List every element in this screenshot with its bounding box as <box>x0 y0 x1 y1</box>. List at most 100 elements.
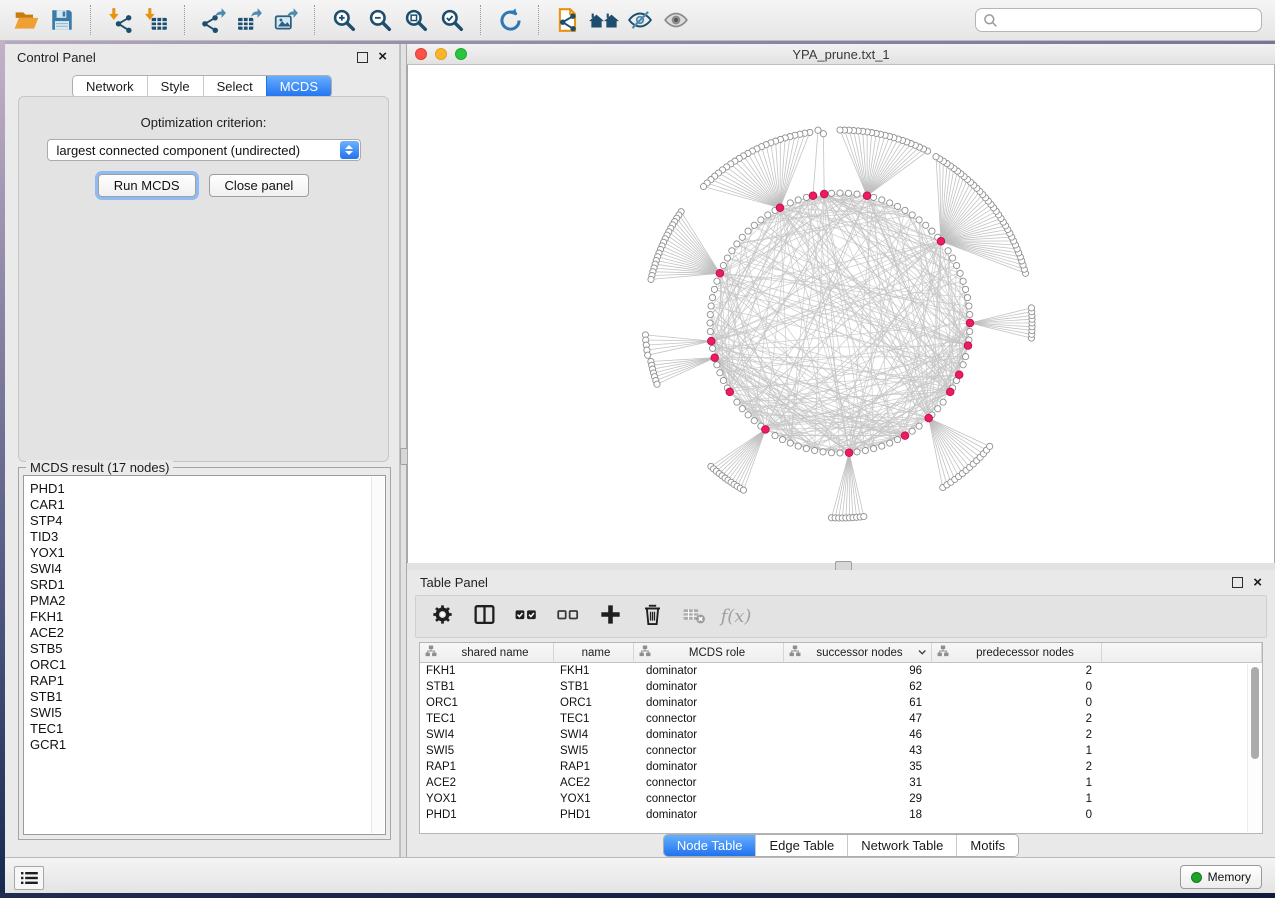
table-cell <box>1102 727 1262 743</box>
close-panel-button[interactable]: Close panel <box>209 174 310 197</box>
delete-column-button[interactable] <box>638 603 666 631</box>
close-panel-icon[interactable]: × <box>378 52 387 62</box>
tab-mcds[interactable]: MCDS <box>266 76 331 97</box>
tab-style[interactable]: Style <box>147 76 203 97</box>
zoom-selected-button[interactable] <box>434 4 470 36</box>
mcds-result-item[interactable]: SWI5 <box>30 705 385 721</box>
table-scrollbar-thumb[interactable] <box>1251 667 1259 759</box>
memory-button[interactable]: Memory <box>1180 865 1262 889</box>
import-network-icon <box>107 7 133 33</box>
zoom-fit-icon <box>403 7 429 33</box>
table-row[interactable]: PHD1PHD1dominator180 <box>420 807 1262 823</box>
optimization-criterion-select[interactable]: largest connected component (undirected) <box>47 139 361 161</box>
toolbar-separator <box>90 5 92 35</box>
column-header-shared-name[interactable]: shared name <box>420 643 554 663</box>
table-cell: 43 <box>784 743 932 759</box>
tab-edge-table[interactable]: Edge Table <box>755 835 847 856</box>
tab-node-table[interactable]: Node Table <box>664 835 756 856</box>
table-cell: PHD1 <box>420 807 554 823</box>
float-table-panel-icon[interactable] <box>1232 577 1243 588</box>
tab-select[interactable]: Select <box>203 76 266 97</box>
mcds-panel: Optimization criterion: largest connecte… <box>18 96 389 462</box>
network-canvas[interactable] <box>407 65 1275 563</box>
add-column-button[interactable] <box>596 603 624 631</box>
mcds-result-item[interactable]: STP4 <box>30 513 385 529</box>
search-input[interactable] <box>1003 12 1254 28</box>
tab-network-table[interactable]: Network Table <box>847 835 956 856</box>
mcds-result-item[interactable]: SWI4 <box>30 561 385 577</box>
table-row[interactable]: ACE2ACE2connector311 <box>420 775 1262 791</box>
table-row[interactable]: RAP1RAP1dominator352 <box>420 759 1262 775</box>
export-network-icon <box>201 7 227 33</box>
import-table-button[interactable] <box>138 4 174 36</box>
table-cell: 61 <box>784 695 932 711</box>
open-file-button[interactable] <box>8 4 44 36</box>
mcds-result-item[interactable]: STB5 <box>30 641 385 657</box>
close-table-panel-icon[interactable]: × <box>1253 578 1262 588</box>
table-cell: TEC1 <box>554 711 634 727</box>
mcds-result-item[interactable]: ORC1 <box>30 657 385 673</box>
mcds-result-item[interactable]: RAP1 <box>30 673 385 689</box>
select-all-checkboxes-button[interactable] <box>512 603 540 631</box>
mcds-result-item[interactable]: GCR1 <box>30 737 385 753</box>
mcds-result-item[interactable]: YOX1 <box>30 545 385 561</box>
table-row[interactable]: SWI5SWI5connector431 <box>420 743 1262 759</box>
mcds-result-item[interactable]: PMA2 <box>30 593 385 609</box>
table-row[interactable]: SWI4SWI4dominator462 <box>420 727 1262 743</box>
export-image-button[interactable] <box>268 4 304 36</box>
refresh-layout-button[interactable] <box>492 4 528 36</box>
zoom-fit-button[interactable] <box>398 4 434 36</box>
mcds-result-item[interactable]: TEC1 <box>30 721 385 737</box>
mcds-result-item[interactable]: TID3 <box>30 529 385 545</box>
zoom-selected-icon <box>439 7 465 33</box>
memory-label: Memory <box>1208 870 1251 884</box>
mcds-result-item[interactable]: ACE2 <box>30 625 385 641</box>
zoom-out-button[interactable] <box>362 4 398 36</box>
search-box[interactable] <box>975 8 1262 32</box>
mcds-result-item[interactable]: CAR1 <box>30 497 385 513</box>
eye-slash-button[interactable] <box>622 4 658 36</box>
table-cell: 0 <box>932 807 1102 823</box>
table-row[interactable]: TEC1TEC1connector472 <box>420 711 1262 727</box>
horizontal-splitter[interactable] <box>407 563 1275 570</box>
table-cell: ORC1 <box>420 695 554 711</box>
float-panel-icon[interactable] <box>357 52 368 63</box>
export-network-button[interactable] <box>196 4 232 36</box>
mcds-result-item[interactable]: PHD1 <box>30 481 385 497</box>
table-cell: 0 <box>932 679 1102 695</box>
column-header-mcds-role[interactable]: MCDS role <box>634 643 784 663</box>
list-scrollbar[interactable] <box>371 477 384 833</box>
network-graph[interactable] <box>408 65 1274 563</box>
desktop: Control Panel × NetworkStyleSelectMCDS O… <box>0 0 1275 898</box>
tab-network[interactable]: Network <box>73 76 147 97</box>
table-row[interactable]: ORC1ORC1dominator610 <box>420 695 1262 711</box>
double-home-button[interactable] <box>586 4 622 36</box>
vertical-splitter[interactable] <box>400 44 407 857</box>
zoom-in-button[interactable] <box>326 4 362 36</box>
export-table-button[interactable] <box>232 4 268 36</box>
network-from-document-button[interactable] <box>550 4 586 36</box>
table-row[interactable]: YOX1YOX1connector291 <box>420 791 1262 807</box>
mcds-result-item[interactable]: STB1 <box>30 689 385 705</box>
table-row[interactable]: FKH1FKH1dominator962 <box>420 663 1262 679</box>
tab-motifs[interactable]: Motifs <box>956 835 1018 856</box>
function-builder-button: f(x) <box>722 603 750 631</box>
column-selector-button[interactable] <box>470 603 498 631</box>
open-file-icon <box>13 7 40 33</box>
table-cell: 35 <box>784 759 932 775</box>
task-history-button[interactable] <box>14 866 44 890</box>
run-mcds-button[interactable]: Run MCDS <box>98 174 196 197</box>
table-cell: connector <box>634 711 784 727</box>
column-header-predecessor-nodes[interactable]: predecessor nodes <box>932 643 1102 663</box>
mcds-result-list: PHD1CAR1STP4TID3YOX1SWI4SRD1PMA2FKH1ACE2… <box>23 475 386 835</box>
eye-button[interactable] <box>658 4 694 36</box>
column-header-successor-nodes[interactable]: successor nodes <box>784 643 932 663</box>
import-network-button[interactable] <box>102 4 138 36</box>
mcds-result-item[interactable]: SRD1 <box>30 577 385 593</box>
column-header-name[interactable]: name <box>554 643 634 663</box>
table-row[interactable]: STB1STB1dominator620 <box>420 679 1262 695</box>
mcds-result-item[interactable]: FKH1 <box>30 609 385 625</box>
save-session-button[interactable] <box>44 4 80 36</box>
deselect-all-checkboxes-button[interactable] <box>554 603 582 631</box>
settings-gear-button[interactable] <box>428 603 456 631</box>
